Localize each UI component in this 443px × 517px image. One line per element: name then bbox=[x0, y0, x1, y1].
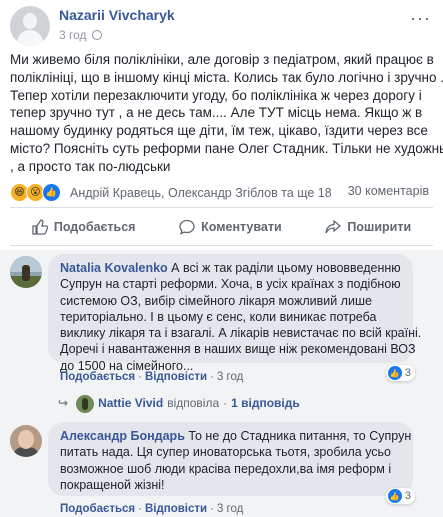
post-text-line: Ми живемо біля поліклініки, але договір … bbox=[10, 52, 434, 67]
comment-actions: Подобається · Відповісти · 3 год bbox=[60, 371, 244, 383]
post-meta: 3 год bbox=[59, 28, 102, 42]
comment-line: покращеной жізні! bbox=[60, 477, 165, 492]
like-button[interactable]: Подобається bbox=[32, 219, 136, 235]
comment-icon bbox=[179, 219, 195, 235]
share-button-label: Поширити bbox=[347, 220, 412, 234]
like-reaction-icon: 👍 bbox=[42, 183, 61, 202]
reply-arrow-icon: ↪ bbox=[58, 396, 69, 410]
comment-like-link[interactable]: Подобається bbox=[60, 371, 135, 383]
comment-like-link[interactable]: Подобається bbox=[60, 503, 135, 515]
more-icon[interactable]: ··· bbox=[410, 8, 431, 29]
like-icon bbox=[32, 219, 48, 235]
comment-reaction-count[interactable]: 👍 3 bbox=[385, 365, 415, 381]
comment-line: Супрун на старті реформи. Хоча, в усіх к… bbox=[60, 277, 401, 292]
comment-line: Доречі і навантаження в наших вище ніж р… bbox=[60, 342, 416, 357]
comment-reaction-count[interactable]: 👍 3 bbox=[385, 488, 415, 504]
post-text-line: тепер зручно тут , а не десь там.... Але… bbox=[10, 105, 423, 121]
commenter-name[interactable]: Александр Бондарь bbox=[60, 429, 185, 443]
comment-bubble: Natalia Kovalenko А всі ж так раділи цьо… bbox=[48, 254, 422, 373]
post-text-line: Тепер хотіли перезаключити угоду, бо пол… bbox=[10, 87, 422, 103]
commenter-avatar[interactable] bbox=[10, 425, 42, 457]
comment-line: виклику лікаря та і взагалі. А лікарів н… bbox=[60, 326, 422, 341]
reply-author-name[interactable]: Nattie Vivid bbox=[98, 396, 163, 410]
post-text-line: нашому будинку родяться ще діти, їм теж,… bbox=[10, 123, 428, 139]
comment-line: системою ОЗ, вибір сімейного лікаря можл… bbox=[60, 293, 372, 308]
comment-reply-link[interactable]: Відповісти bbox=[145, 371, 207, 383]
comments-count[interactable]: 30 коментарів bbox=[348, 184, 429, 198]
post-text-line: поліклініці, що в іншому кінці міста. Ко… bbox=[10, 69, 443, 85]
post-text-line: , а просто так по-людськи bbox=[10, 158, 171, 174]
commenter-name[interactable]: Natalia Kovalenko bbox=[60, 261, 168, 275]
view-replies-link[interactable]: ↪ Nattie Vivid відповіла · 1 відповідь bbox=[58, 396, 300, 410]
share-icon bbox=[325, 219, 342, 234]
globe-icon bbox=[91, 30, 102, 40]
comment-button-label: Коментувати bbox=[201, 220, 282, 234]
comment-bubble: Александр Бондарь То не до Стадника пита… bbox=[48, 422, 413, 496]
author-name[interactable]: Nazarii Vivcharyk bbox=[59, 7, 175, 23]
comment-actions: Подобається · Відповісти · 3 год bbox=[60, 503, 244, 515]
comment-line: возможное шоб люди красіва передохли,ва … bbox=[60, 461, 392, 476]
comment-line: територіально. І в цьому є сенс, коли ви… bbox=[60, 309, 377, 324]
author-avatar[interactable] bbox=[10, 6, 50, 46]
reply-text: відповіла bbox=[167, 396, 220, 410]
comment-reply-link[interactable]: Відповісти bbox=[145, 503, 207, 515]
post-text: Ми живемо біля поліклініки, але договір … bbox=[10, 51, 443, 176]
like-icon: 👍 bbox=[387, 489, 402, 503]
reaction-count: 3 bbox=[404, 490, 411, 502]
reaction-count: 3 bbox=[404, 367, 411, 379]
post-time[interactable]: 3 год bbox=[59, 28, 87, 42]
post-text-line: місто? Поясніть суть реформи пане Олег С… bbox=[10, 140, 443, 156]
share-button[interactable]: Поширити bbox=[325, 219, 411, 235]
comment-text: То не до Стадника питання, то Супрун bbox=[184, 429, 412, 443]
like-icon: 👍 bbox=[387, 366, 402, 380]
comment-line: питать нада. Ця супер иноваторська тьотя… bbox=[60, 445, 392, 460]
comment-text: А всі ж так раділи цьому нововведенню bbox=[167, 261, 401, 275]
comment-time[interactable]: 3 год bbox=[217, 371, 243, 383]
facebook-post: Nazarii Vivcharyk 3 год ··· Ми живемо бі… bbox=[0, 0, 443, 517]
comment-button[interactable]: Коментувати bbox=[179, 219, 282, 235]
like-button-label: Подобається bbox=[53, 220, 136, 234]
comment-time[interactable]: 3 год bbox=[217, 503, 243, 515]
reactions-summary[interactable]: 😆 😮 👍 Андрій Кравець, Олександр Згіблов … bbox=[10, 183, 332, 202]
reactors-text[interactable]: Андрій Кравець, Олександр Згіблов та ще … bbox=[70, 186, 332, 200]
action-bar: Подобається Коментувати Поширити bbox=[10, 213, 433, 241]
reply-count[interactable]: 1 відповідь bbox=[231, 396, 300, 410]
comment-line: Natalia Kovalenko А всі ж так раділи цьо… bbox=[60, 260, 401, 276]
commenter-avatar[interactable] bbox=[10, 256, 42, 288]
comment-line: Александр Бондарь То не до Стадника пита… bbox=[60, 428, 411, 444]
divider bbox=[10, 245, 433, 246]
divider bbox=[10, 207, 433, 208]
